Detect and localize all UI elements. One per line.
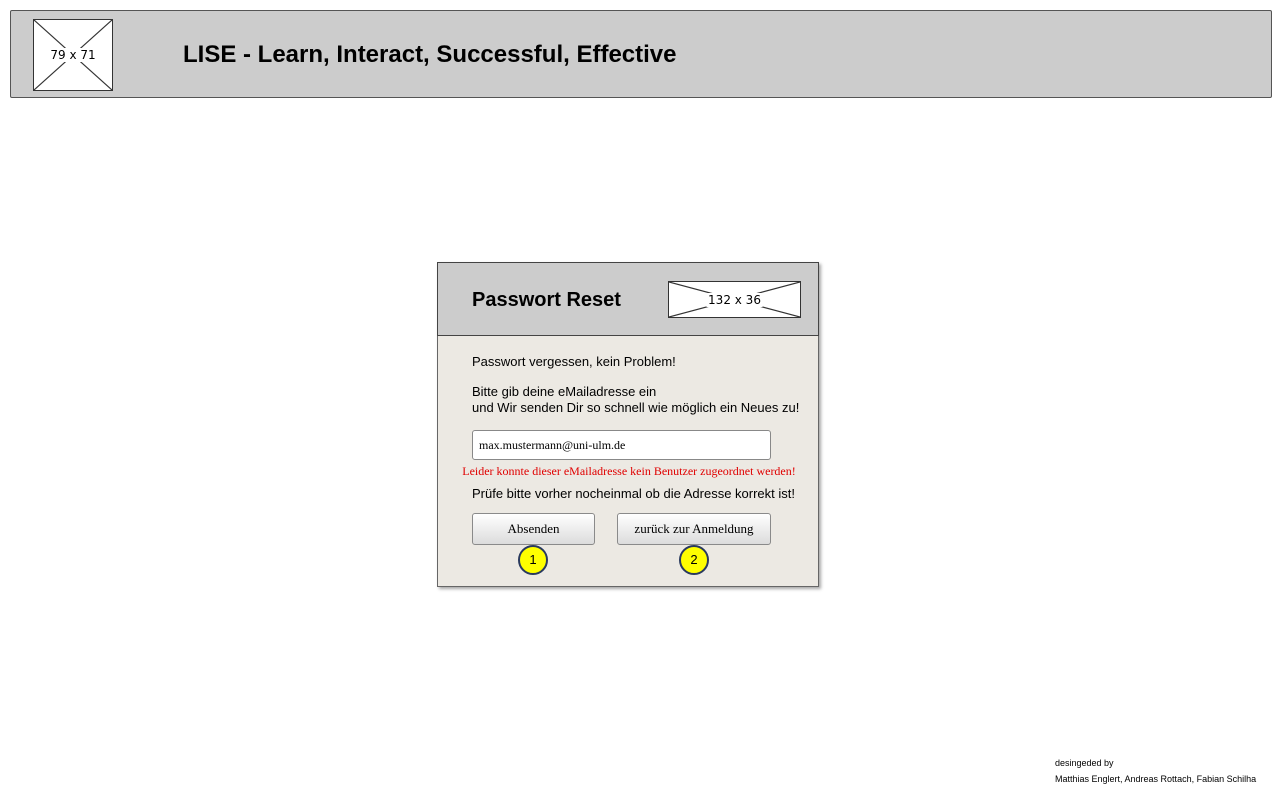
instruction-line-1: Bitte gib deine eMailadresse ein: [472, 384, 657, 399]
dialog-logo-placeholder-label: 132 x 36: [706, 292, 763, 307]
app-title: LISE - Learn, Interact, Successful, Effe…: [183, 41, 677, 68]
dialog-logo-placeholder: 132 x 36: [668, 281, 801, 318]
annotation-marker-1: 1: [518, 545, 548, 575]
dialog-title: Passwort Reset: [472, 289, 621, 311]
logo-placeholder: 79 x 71: [33, 19, 113, 91]
intro-text: Passwort vergessen, kein Problem!: [472, 354, 676, 369]
submit-button[interactable]: Absenden: [472, 513, 595, 545]
annotation-marker-2: 2: [679, 545, 709, 575]
credits-names: Matthias Englert, Andreas Rottach, Fabia…: [1055, 774, 1257, 784]
dialog-header: Passwort Reset 132 x 36: [437, 262, 819, 336]
page: 79 x 71 LISE - Learn, Interact, Successf…: [0, 0, 1280, 800]
email-input[interactable]: [472, 430, 771, 460]
logo-placeholder-label: 79 x 71: [48, 48, 98, 62]
instruction-line-2: und Wir senden Dir so schnell wie möglic…: [472, 400, 800, 415]
credits-by: desingeded by: [1055, 758, 1114, 768]
error-message: Leider konnte dieser eMailadresse kein B…: [462, 464, 796, 478]
app-header: 79 x 71 LISE - Learn, Interact, Successf…: [10, 10, 1272, 98]
password-reset-dialog: Passwort Reset 132 x 36 Passwort vergess…: [437, 262, 819, 587]
check-hint: Prüfe bitte vorher nocheinmal ob die Adr…: [472, 486, 795, 501]
back-to-login-button[interactable]: zurück zur Anmeldung: [617, 513, 771, 545]
